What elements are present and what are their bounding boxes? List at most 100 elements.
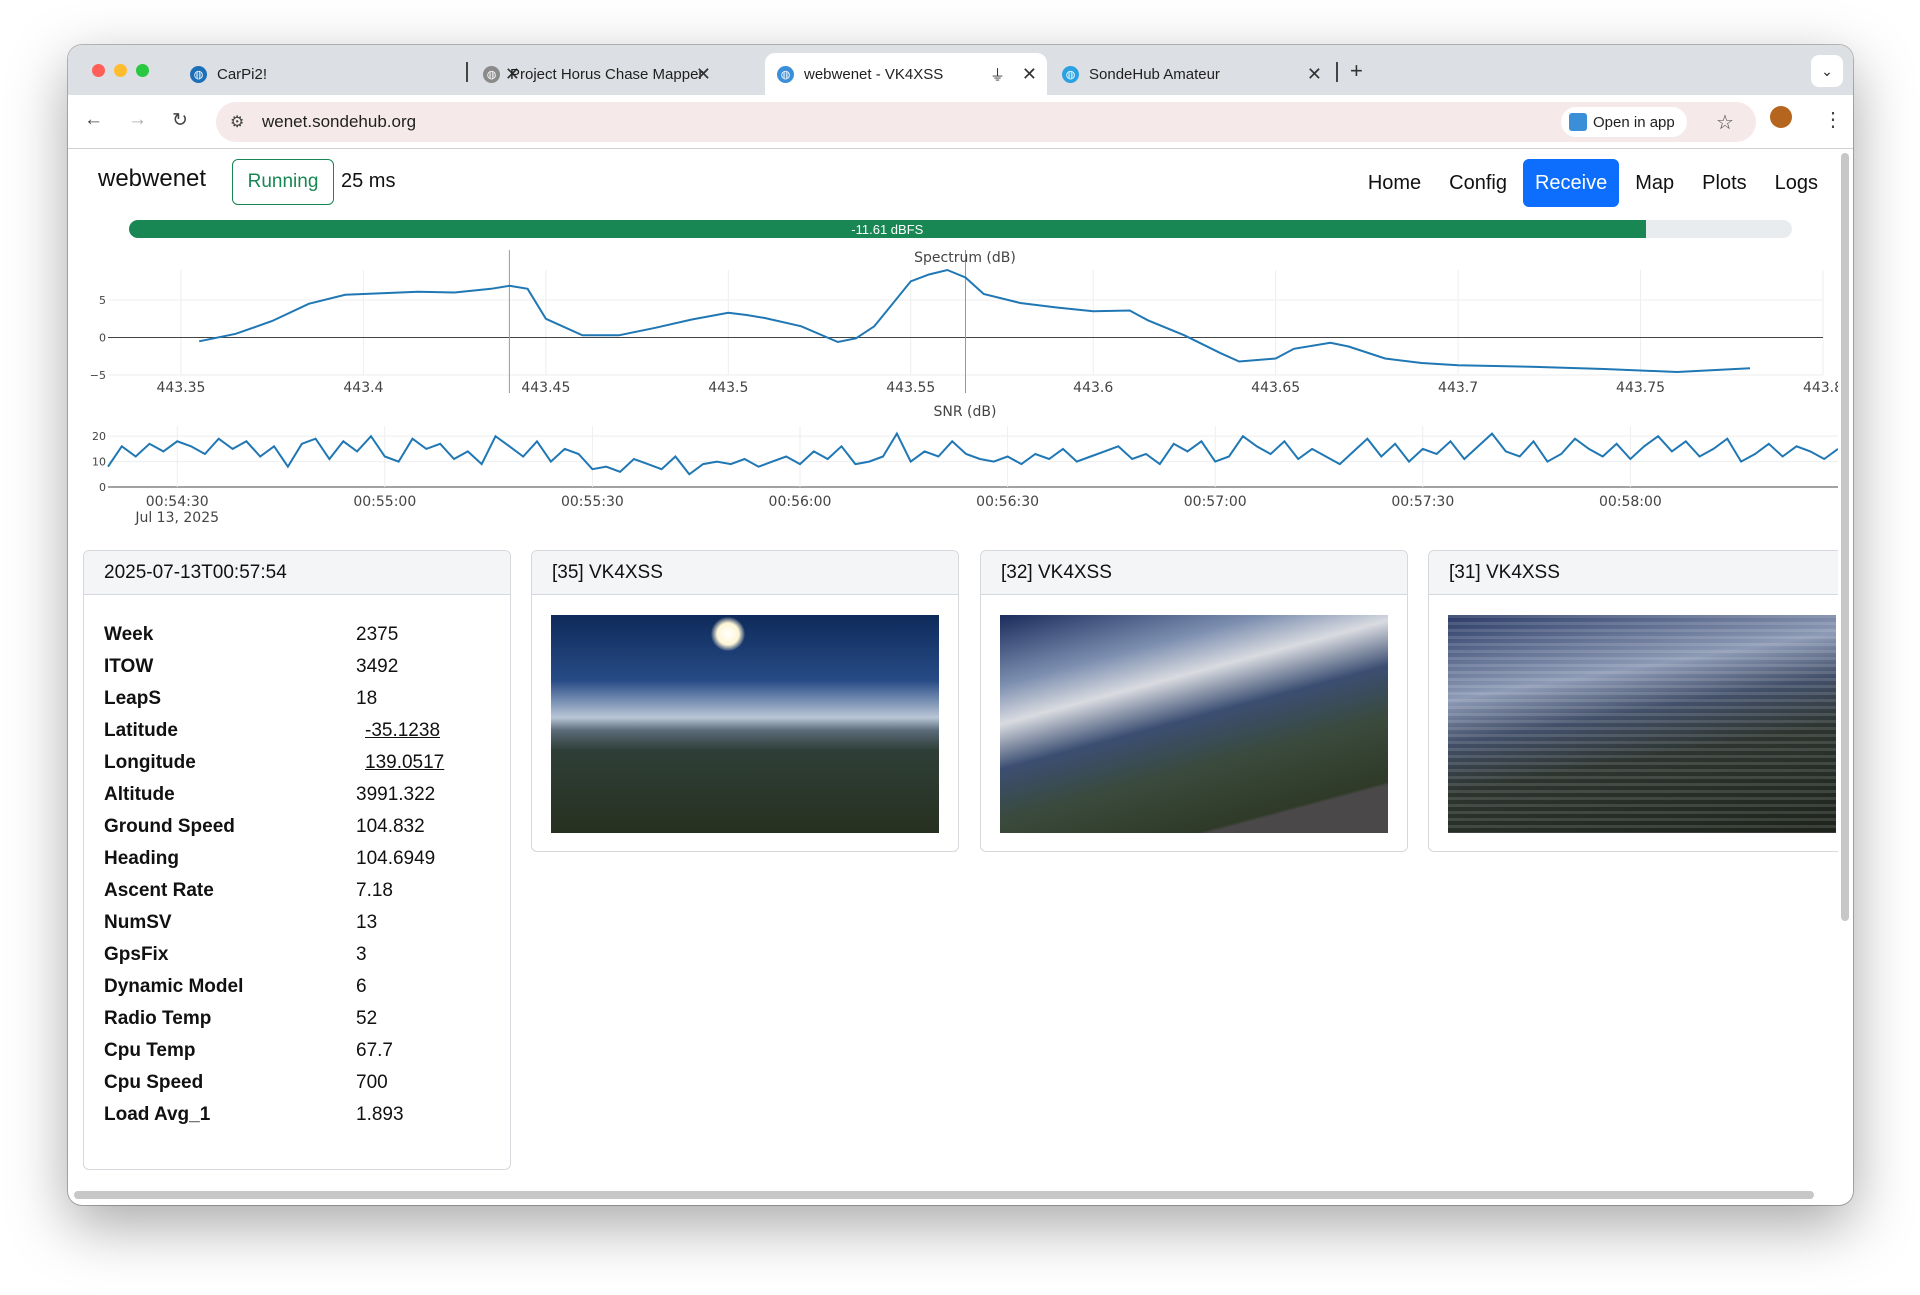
x-tick-label: 00:57:30 xyxy=(1391,494,1454,510)
telemetry-key: NumSV xyxy=(104,912,172,933)
globe-icon: ◍ xyxy=(1062,65,1079,83)
tab-strip: ◍ CarPi2! ✕ ◍ Project Horus Chase Mapper… xyxy=(68,45,1853,95)
nav-home[interactable]: Home xyxy=(1356,159,1433,207)
snr-chart[interactable]: 20 10 0 00:54:30 00:55:00 00:55:30 00:56:00 00:… xyxy=(68,398,1838,538)
open-in-app-label: Open in app xyxy=(1593,113,1675,131)
sonde-image[interactable] xyxy=(1000,615,1388,833)
y-tick-label: 0 xyxy=(99,332,106,345)
nav-receive[interactable]: Receive xyxy=(1522,159,1620,207)
tab-sondehub[interactable]: ◍ SondeHub Amateur ✕ xyxy=(1062,53,1332,95)
tab-title: webwenet - VK4XSS xyxy=(804,65,944,83)
reload-icon[interactable]: ↻ xyxy=(172,109,188,132)
telemetry-row: NumSV 13 xyxy=(104,907,444,939)
image-card[interactable]: [31] VK4XSS xyxy=(1428,550,1838,852)
spectrum-chart[interactable]: 443.35 443.4 443.45 443.5 443.55 443.6 443.65 4… xyxy=(68,245,1838,400)
close-window-button[interactable] xyxy=(92,64,105,77)
telemetry-value: 18 xyxy=(356,688,378,709)
telemetry-value: 104.6949 xyxy=(356,848,436,869)
telemetry-row: Longitude 139.0517 xyxy=(104,747,444,779)
chart-title: Spectrum (dB) xyxy=(914,250,1016,266)
telemetry-key: Dynamic Model xyxy=(104,976,244,997)
telemetry-row: Week 2375 xyxy=(104,619,444,651)
main-nav: Home Config Receive Map Plots Logs xyxy=(1356,159,1830,207)
brand-title[interactable]: webwenet xyxy=(98,165,206,193)
site-settings-icon[interactable]: ⚙ xyxy=(230,112,244,132)
forward-icon[interactable]: → xyxy=(128,109,147,131)
y-tick-label: 10 xyxy=(92,456,106,469)
x-tick-label: 443.4 xyxy=(343,380,383,396)
telemetry-key: Heading xyxy=(104,848,179,869)
tab-carpi[interactable]: ◍ CarPi2! ✕ xyxy=(190,53,530,95)
nav-config[interactable]: Config xyxy=(1437,159,1519,207)
minimize-window-button[interactable] xyxy=(114,64,127,77)
telemetry-row: Dynamic Model 6 xyxy=(104,971,444,1003)
vertical-scrollbar[interactable] xyxy=(1841,153,1849,921)
status-button[interactable]: Running xyxy=(232,159,334,205)
image-title: [32] VK4XSS xyxy=(981,551,1407,595)
close-icon[interactable]: ✕ xyxy=(696,64,711,85)
x-tick-label: 443.35 xyxy=(156,380,205,396)
globe-icon: ◍ xyxy=(483,65,500,83)
telemetry-row: Altitude 3991.322 xyxy=(104,779,444,811)
telemetry-value: 67.7 xyxy=(356,1040,393,1061)
telemetry-row: Radio Temp 52 xyxy=(104,1003,444,1035)
tab-title: Project Horus Chase Mapper xyxy=(510,65,704,83)
close-icon[interactable]: ✕ xyxy=(1022,64,1037,85)
x-tick-label: 443.75 xyxy=(1616,380,1665,396)
image-card[interactable]: [35] VK4XSS xyxy=(531,550,959,852)
telemetry-link[interactable]: -35.1238 xyxy=(365,720,440,742)
x-date-label: Jul 13, 2025 xyxy=(134,510,219,526)
new-tab-icon[interactable]: + xyxy=(1350,58,1363,84)
browser-toolbar: ← → ↻ ⚙ wenet.sondehub.org Open in app ☆ xyxy=(68,95,1853,149)
chart-title: SNR (dB) xyxy=(934,404,997,420)
close-icon[interactable]: ✕ xyxy=(1307,64,1322,85)
x-tick-label: 443.65 xyxy=(1251,380,1300,396)
x-tick-label: 00:54:30 xyxy=(146,494,209,510)
tab-webwenet[interactable]: ◍ webwenet - VK4XSS ⏚ ✕ xyxy=(765,53,1047,95)
sonde-image[interactable] xyxy=(551,615,939,833)
telemetry-value: 104.832 xyxy=(356,816,425,837)
telemetry-key: Load Avg_1 xyxy=(104,1104,211,1125)
x-tick-label: 00:56:30 xyxy=(976,494,1039,510)
bookmark-star-icon[interactable]: ☆ xyxy=(1716,110,1734,135)
horizontal-scrollbar[interactable] xyxy=(74,1191,1814,1199)
browser-menu-icon[interactable]: ⋮ xyxy=(1823,107,1843,132)
x-tick-label: 443.6 xyxy=(1073,380,1113,396)
open-in-app-button[interactable]: Open in app xyxy=(1561,107,1687,137)
telemetry-key: Cpu Temp xyxy=(104,1040,196,1061)
extension-icon[interactable] xyxy=(1770,106,1792,128)
back-icon[interactable]: ← xyxy=(84,109,103,131)
x-tick-label: 443.8 xyxy=(1803,380,1838,396)
zoom-window-button[interactable] xyxy=(136,64,149,77)
telemetry-row: Heading 104.6949 xyxy=(104,843,444,875)
nav-map[interactable]: Map xyxy=(1623,159,1686,207)
snr-line[interactable] xyxy=(107,431,1838,476)
telemetry-row: Latitude -35.1238 xyxy=(104,715,444,747)
y-tick-label: 20 xyxy=(92,430,106,443)
telemetry-value: 52 xyxy=(356,1008,378,1029)
nav-plots[interactable]: Plots xyxy=(1690,159,1758,207)
url-text[interactable]: wenet.sondehub.org xyxy=(262,112,416,132)
signal-level-meter: -11.61 dBFS xyxy=(129,220,1792,238)
y-tick-label: 5 xyxy=(99,294,106,307)
spectrum-line[interactable] xyxy=(198,268,1751,374)
address-bar[interactable]: ⚙ wenet.sondehub.org Open in app ☆ xyxy=(216,102,1756,142)
telemetry-card: 2025-07-13T00:57:54 Week 2375 ITOW 3492 Leap… xyxy=(83,550,511,1170)
telemetry-value: 6 xyxy=(356,976,367,997)
telemetry-key: Latitude xyxy=(104,720,178,741)
image-card[interactable]: [32] VK4XSS xyxy=(980,550,1408,852)
sun-glare xyxy=(711,617,745,651)
nav-logs[interactable]: Logs xyxy=(1763,159,1830,207)
telemetry-value: 13 xyxy=(356,912,378,933)
tab-title: SondeHub Amateur xyxy=(1089,65,1220,83)
telemetry-key: Longitude xyxy=(104,752,196,773)
x-tick-label: 00:55:00 xyxy=(353,494,416,510)
telemetry-timestamp: 2025-07-13T00:57:54 xyxy=(84,551,510,595)
telemetry-key: Cpu Speed xyxy=(104,1072,204,1093)
tab-search-chevron-icon[interactable]: ⌄ xyxy=(1811,55,1843,87)
telemetry-link[interactable]: 139.0517 xyxy=(365,752,444,774)
x-tick-label: 443.5 xyxy=(708,380,748,396)
sonde-image[interactable] xyxy=(1448,615,1836,833)
telemetry-row: Ascent Rate 7.18 xyxy=(104,875,444,907)
telemetry-value: 7.18 xyxy=(356,880,393,901)
